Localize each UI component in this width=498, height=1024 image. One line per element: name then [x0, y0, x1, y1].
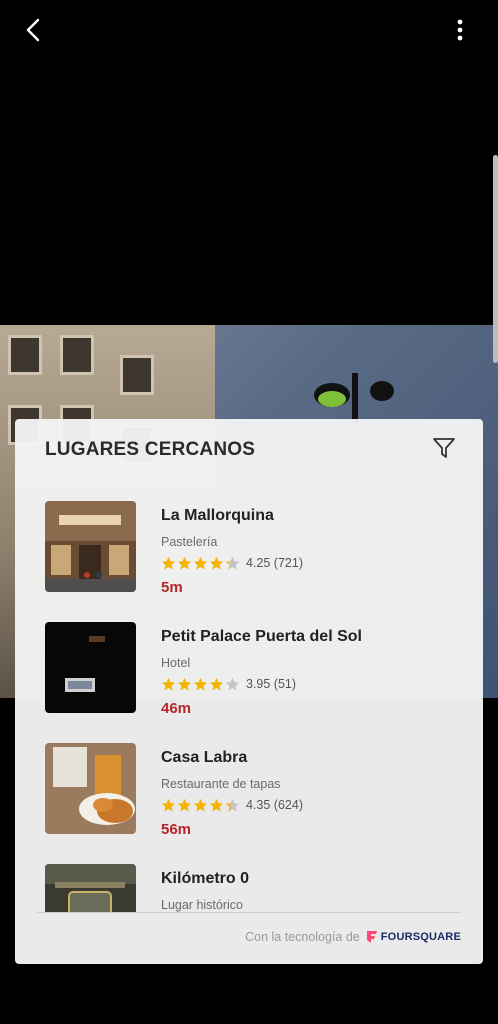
- places-list[interactable]: La Mallorquina Pastelería 4.25 (721) 5m …: [15, 491, 483, 913]
- place-category: Restaurante de tapas: [161, 777, 281, 791]
- place-name: Petit Palace Puerta del Sol: [161, 628, 362, 645]
- star-icon: [177, 556, 192, 569]
- star-icon: [209, 677, 224, 690]
- star-icon: [177, 677, 192, 690]
- street-lamp-image: [314, 373, 394, 425]
- star-icon: [193, 556, 208, 569]
- foursquare-logo[interactable]: FOURSQUARE: [366, 930, 461, 944]
- back-button[interactable]: [18, 14, 50, 46]
- rating: 4.35 (624): [161, 796, 303, 814]
- panel-title: LUGARES CERCANOS: [45, 439, 256, 460]
- place-distance: 46m: [161, 700, 192, 717]
- rating-text: 3.95 (51): [246, 677, 297, 691]
- rating-text: 4.35 (624): [246, 798, 303, 812]
- more-vert-icon: [457, 19, 463, 41]
- foursquare-logo-icon: [366, 931, 377, 943]
- place-name: Casa Labra: [161, 749, 248, 766]
- rating-stars: [161, 798, 240, 813]
- scrollbar[interactable]: [493, 155, 498, 363]
- star-icon: [177, 798, 192, 811]
- place-name: La Mallorquina: [161, 507, 274, 524]
- place-name: Kilómetro 0: [161, 870, 250, 887]
- place-thumbnail: [45, 501, 136, 592]
- nearby-places-panel: LUGARES CERCANOS La Mallorquina Pasteler…: [15, 419, 483, 964]
- place-category: Hotel: [161, 656, 191, 670]
- star-icon: [225, 798, 240, 811]
- star-icon: [225, 556, 240, 569]
- star-icon: [161, 798, 176, 811]
- more-options-button[interactable]: [444, 14, 476, 46]
- rating-stars: [161, 556, 240, 571]
- star-icon: [193, 798, 208, 811]
- filter-icon: [433, 438, 455, 458]
- place-distance: 56m: [161, 821, 192, 838]
- place-thumbnail: [45, 864, 136, 913]
- foursquare-brand-text: FOURSQUARE: [380, 931, 461, 943]
- list-item[interactable]: Petit Palace Puerta del Sol Hotel 3.95 (…: [15, 612, 483, 722]
- star-icon: [193, 677, 208, 690]
- place-category: Pastelería: [161, 535, 218, 549]
- place-thumbnail: [45, 743, 136, 834]
- list-item[interactable]: La Mallorquina Pastelería 4.25 (721) 5m: [15, 491, 483, 601]
- divider: [37, 912, 461, 913]
- place-thumbnail: [45, 622, 136, 713]
- rating-text: 4.25 (721): [246, 556, 303, 570]
- star-icon: [209, 556, 224, 569]
- place-distance: 5m: [161, 579, 183, 596]
- star-icon: [225, 677, 240, 690]
- rating: 3.95 (51): [161, 675, 296, 693]
- star-icon: [161, 556, 176, 569]
- top-bar: [0, 0, 498, 60]
- rating-stars: [161, 677, 240, 692]
- powered-by-footer: Con la tecnología de FOURSQUARE: [245, 930, 461, 944]
- list-item[interactable]: Kilómetro 0 Lugar histórico: [15, 854, 483, 913]
- powered-by-text: Con la tecnología de: [245, 930, 360, 944]
- back-arrow-icon: [26, 18, 40, 42]
- list-item[interactable]: Casa Labra Restaurante de tapas 4.35 (62…: [15, 733, 483, 843]
- star-icon: [209, 798, 224, 811]
- filter-button[interactable]: [431, 435, 457, 461]
- place-category: Lugar histórico: [161, 898, 243, 912]
- star-icon: [161, 677, 176, 690]
- rating: 4.25 (721): [161, 554, 303, 572]
